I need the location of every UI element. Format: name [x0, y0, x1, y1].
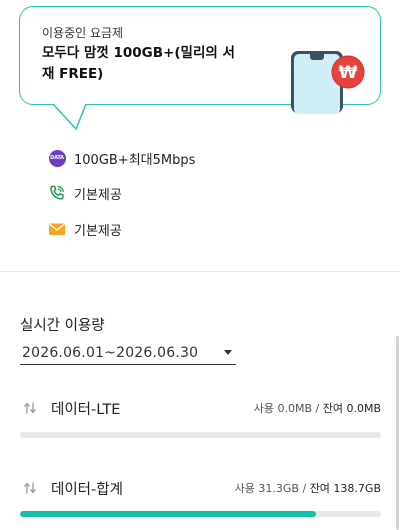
up-down-arrows-icon [24, 482, 36, 494]
plan-name: 모두다 맘껏 100GB+(밀리의 서재 FREE) [42, 45, 235, 82]
feature-voice: 기본제공 [48, 182, 122, 204]
value-separator: / [312, 402, 323, 415]
usage-values: 사용 0.0MB / 잔여 0.0MB [254, 400, 381, 416]
usage-values: 사용 31.3GB / 잔여 138.7GB [235, 480, 381, 496]
usage-row-name: 데이터-LTE [51, 401, 121, 418]
period-dropdown[interactable]: 2026.06.01~2026.06.30 [20, 341, 236, 365]
data-badge-icon: DATA [48, 149, 66, 167]
feature-voice-label: 기본제공 [74, 187, 122, 203]
feature-message: 기본제공 [48, 218, 122, 240]
section-divider [0, 271, 400, 272]
phone-coin-icon: ₩ [291, 51, 365, 114]
feature-message-label: 기본제공 [74, 223, 122, 239]
usage-progress-total [20, 511, 381, 517]
usage-progress-lte [20, 432, 381, 438]
feature-data: DATA 100GB+최대5Mbps [48, 147, 195, 169]
feature-data-label: 100GB+최대5Mbps [74, 152, 196, 168]
caret-down-icon [224, 350, 232, 355]
usage-progress-fill [20, 511, 317, 517]
remaining-amount: 잔여 0.0MB [322, 402, 381, 415]
phone-call-icon [48, 184, 66, 202]
usage-row-total[interactable]: 데이터-합계 사용 31.3GB / 잔여 138.7GB [20, 477, 381, 499]
period-value: 2026.06.01~2026.06.30 [22, 344, 199, 361]
realtime-usage-title: 실시간 이용량 [20, 318, 105, 334]
usage-row-lte[interactable]: 데이터-LTE 사용 0.0MB / 잔여 0.0MB [20, 397, 381, 419]
up-down-arrows-icon [24, 402, 36, 414]
used-amount: 사용 0.0MB [253, 402, 313, 415]
remaining-amount: 잔여 138.7GB [309, 482, 381, 495]
coin-currency-symbol: ₩ [339, 63, 358, 83]
value-separator: / [298, 482, 310, 495]
envelope-icon [48, 220, 66, 238]
used-amount: 사용 31.3GB [234, 482, 299, 495]
usage-row-name: 데이터-합계 [51, 481, 123, 498]
plan-card-tail [52, 104, 87, 130]
plan-subtitle: 이용중인 요금제 [42, 26, 124, 40]
scrollbar[interactable] [396, 336, 399, 530]
